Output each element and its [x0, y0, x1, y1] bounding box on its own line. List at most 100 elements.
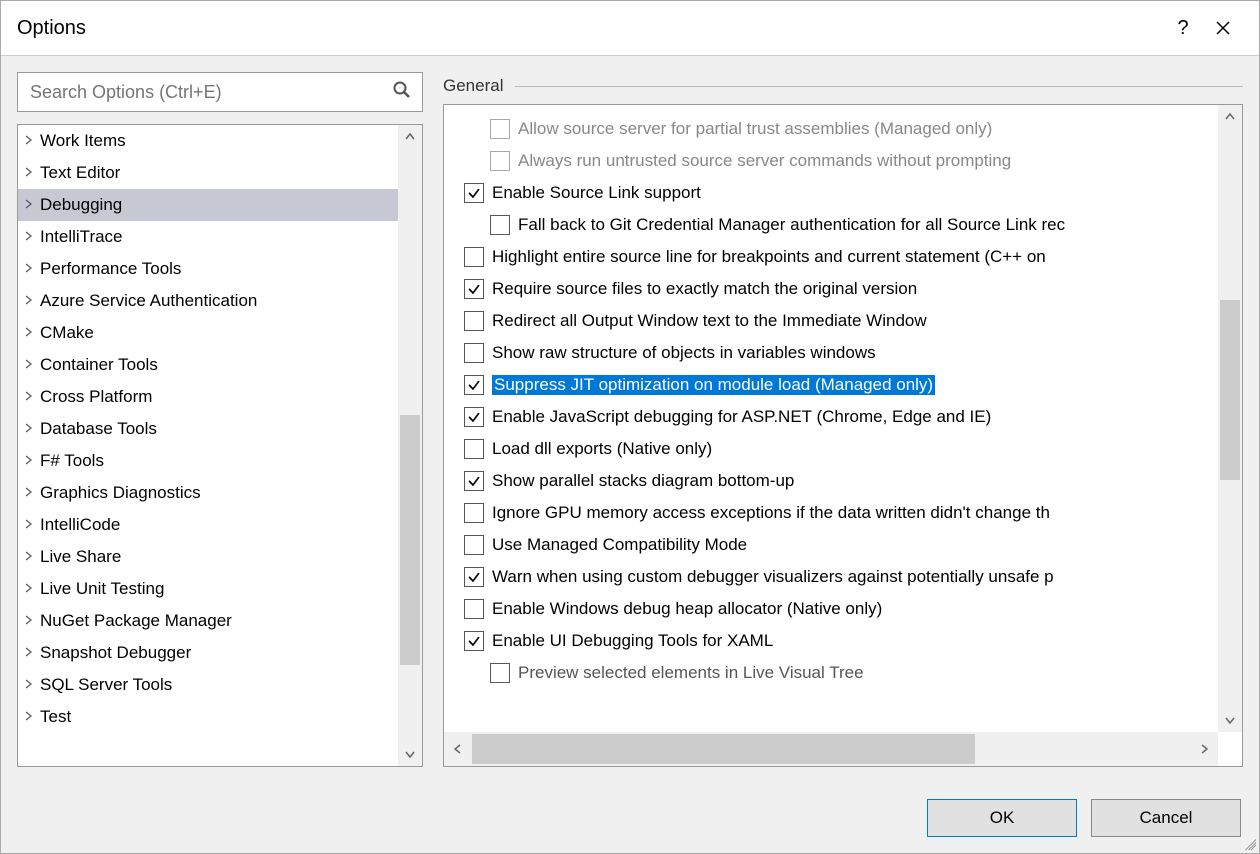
chevron-right-icon[interactable]: [24, 198, 38, 212]
tree-item-label: SQL Server Tools: [40, 675, 172, 695]
tree-item[interactable]: Live Unit Testing: [18, 573, 398, 605]
content-area: Work ItemsText EditorDebuggingIntelliTra…: [1, 56, 1259, 783]
checkbox[interactable]: [464, 311, 484, 331]
tree-item-label: Live Unit Testing: [40, 579, 164, 599]
tree-item-label: Container Tools: [40, 355, 158, 375]
chevron-right-icon[interactable]: [24, 230, 38, 244]
tree-item-label: NuGet Package Manager: [40, 611, 232, 631]
close-button[interactable]: [1203, 20, 1243, 36]
chevron-right-icon[interactable]: [24, 166, 38, 180]
tree-item[interactable]: Database Tools: [18, 413, 398, 445]
option-label: Show raw structure of objects in variabl…: [492, 343, 876, 363]
tree-item[interactable]: Test: [18, 701, 398, 733]
tree-item-label: Graphics Diagnostics: [40, 483, 201, 503]
chevron-right-icon[interactable]: [24, 454, 38, 468]
tree-item[interactable]: Performance Tools: [18, 253, 398, 285]
chevron-right-icon[interactable]: [24, 678, 38, 692]
checkbox: [490, 119, 510, 139]
checkbox[interactable]: [464, 439, 484, 459]
scroll-right-icon[interactable]: [1190, 732, 1218, 766]
tree-item[interactable]: Text Editor: [18, 157, 398, 189]
option-row: Show raw structure of objects in variabl…: [444, 337, 1218, 369]
tree-item[interactable]: Snapshot Debugger: [18, 637, 398, 669]
tree-item-label: Performance Tools: [40, 259, 181, 279]
ok-button[interactable]: OK: [927, 799, 1077, 837]
tree-item[interactable]: SQL Server Tools: [18, 669, 398, 701]
checkbox[interactable]: [464, 279, 484, 299]
section-rule: [515, 86, 1243, 87]
checkbox[interactable]: [490, 663, 510, 683]
chevron-right-icon[interactable]: [24, 390, 38, 404]
option-label: Highlight entire source line for breakpo…: [492, 247, 1046, 267]
tree-item[interactable]: Debugging: [18, 189, 398, 221]
tree-item[interactable]: F# Tools: [18, 445, 398, 477]
tree-item-label: Cross Platform: [40, 387, 152, 407]
checkbox[interactable]: [464, 343, 484, 363]
tree-item[interactable]: Container Tools: [18, 349, 398, 381]
help-button[interactable]: ?: [1163, 17, 1203, 40]
option-row: Load dll exports (Native only): [444, 433, 1218, 465]
chevron-right-icon[interactable]: [24, 422, 38, 436]
titlebar: Options ?: [1, 1, 1259, 56]
chevron-right-icon[interactable]: [24, 134, 38, 148]
chevron-right-icon[interactable]: [24, 262, 38, 276]
chevron-right-icon[interactable]: [24, 550, 38, 564]
resize-grip[interactable]: [1242, 836, 1256, 850]
cancel-button[interactable]: Cancel: [1091, 799, 1241, 837]
scroll-down-icon[interactable]: [398, 742, 422, 766]
tree-item-label: CMake: [40, 323, 94, 343]
chevron-right-icon[interactable]: [24, 326, 38, 340]
checkbox[interactable]: [464, 471, 484, 491]
checkbox[interactable]: [464, 407, 484, 427]
scroll-down-icon[interactable]: [1218, 708, 1242, 732]
option-label: Enable UI Debugging Tools for XAML: [492, 631, 773, 651]
checkbox[interactable]: [464, 183, 484, 203]
scroll-thumb[interactable]: [472, 734, 975, 764]
option-row: Enable UI Debugging Tools for XAML: [444, 625, 1218, 657]
checkbox[interactable]: [464, 631, 484, 651]
tree-item[interactable]: CMake: [18, 317, 398, 349]
tree-scrollbar[interactable]: [398, 125, 422, 766]
tree-item[interactable]: Azure Service Authentication: [18, 285, 398, 317]
scroll-up-icon[interactable]: [1218, 105, 1242, 129]
category-tree[interactable]: Work ItemsText EditorDebuggingIntelliTra…: [17, 124, 423, 767]
chevron-right-icon[interactable]: [24, 294, 38, 308]
options-hscrollbar[interactable]: [444, 732, 1218, 766]
scroll-up-icon[interactable]: [398, 125, 422, 149]
checkbox[interactable]: [464, 503, 484, 523]
chevron-right-icon[interactable]: [24, 710, 38, 724]
tree-item-label: F# Tools: [40, 451, 104, 471]
scroll-thumb[interactable]: [1220, 300, 1240, 480]
tree-item[interactable]: IntelliCode: [18, 509, 398, 541]
search-box[interactable]: [17, 72, 423, 112]
chevron-right-icon[interactable]: [24, 646, 38, 660]
checkbox[interactable]: [464, 599, 484, 619]
tree-item-label: Test: [40, 707, 71, 727]
tree-item[interactable]: Graphics Diagnostics: [18, 477, 398, 509]
checkbox[interactable]: [464, 567, 484, 587]
tree-item[interactable]: Work Items: [18, 125, 398, 157]
checkbox[interactable]: [464, 247, 484, 267]
chevron-right-icon[interactable]: [24, 614, 38, 628]
option-label: Ignore GPU memory access exceptions if t…: [492, 503, 1050, 523]
tree-item[interactable]: NuGet Package Manager: [18, 605, 398, 637]
tree-item[interactable]: IntelliTrace: [18, 221, 398, 253]
tree-item[interactable]: Live Share: [18, 541, 398, 573]
options-vscrollbar[interactable]: [1218, 105, 1242, 732]
scroll-left-icon[interactable]: [444, 732, 472, 766]
tree-item[interactable]: Cross Platform: [18, 381, 398, 413]
scroll-thumb[interactable]: [400, 415, 420, 665]
option-row: Redirect all Output Window text to the I…: [444, 305, 1218, 337]
checkbox[interactable]: [464, 535, 484, 555]
option-row: Ignore GPU memory access exceptions if t…: [444, 497, 1218, 529]
search-input[interactable]: [28, 81, 392, 104]
option-row: Suppress JIT optimization on module load…: [444, 369, 1218, 401]
checkbox[interactable]: [490, 215, 510, 235]
chevron-right-icon[interactable]: [24, 486, 38, 500]
option-row: Fall back to Git Credential Manager auth…: [444, 209, 1218, 241]
search-icon[interactable]: [392, 80, 412, 104]
chevron-right-icon[interactable]: [24, 518, 38, 532]
chevron-right-icon[interactable]: [24, 358, 38, 372]
chevron-right-icon[interactable]: [24, 582, 38, 596]
checkbox[interactable]: [464, 375, 484, 395]
